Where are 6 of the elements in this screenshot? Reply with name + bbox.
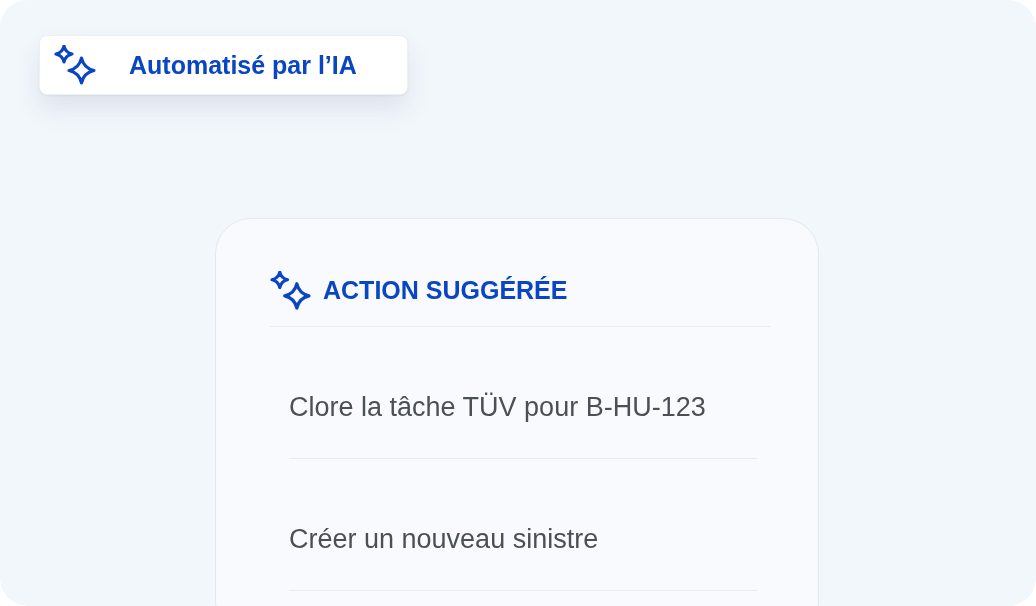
sparkle-icon bbox=[270, 271, 311, 310]
sparkle-icon bbox=[54, 45, 96, 85]
ai-label: Automatisé par l’IA bbox=[129, 50, 357, 80]
section-title: ACTION SUGGÉRÉE bbox=[323, 276, 568, 305]
suggested-action[interactable]: Clore la tâche TÜV pour B-HU-123 bbox=[289, 391, 706, 423]
suggested-action[interactable]: Créer un nouveau sinistre bbox=[289, 523, 599, 555]
